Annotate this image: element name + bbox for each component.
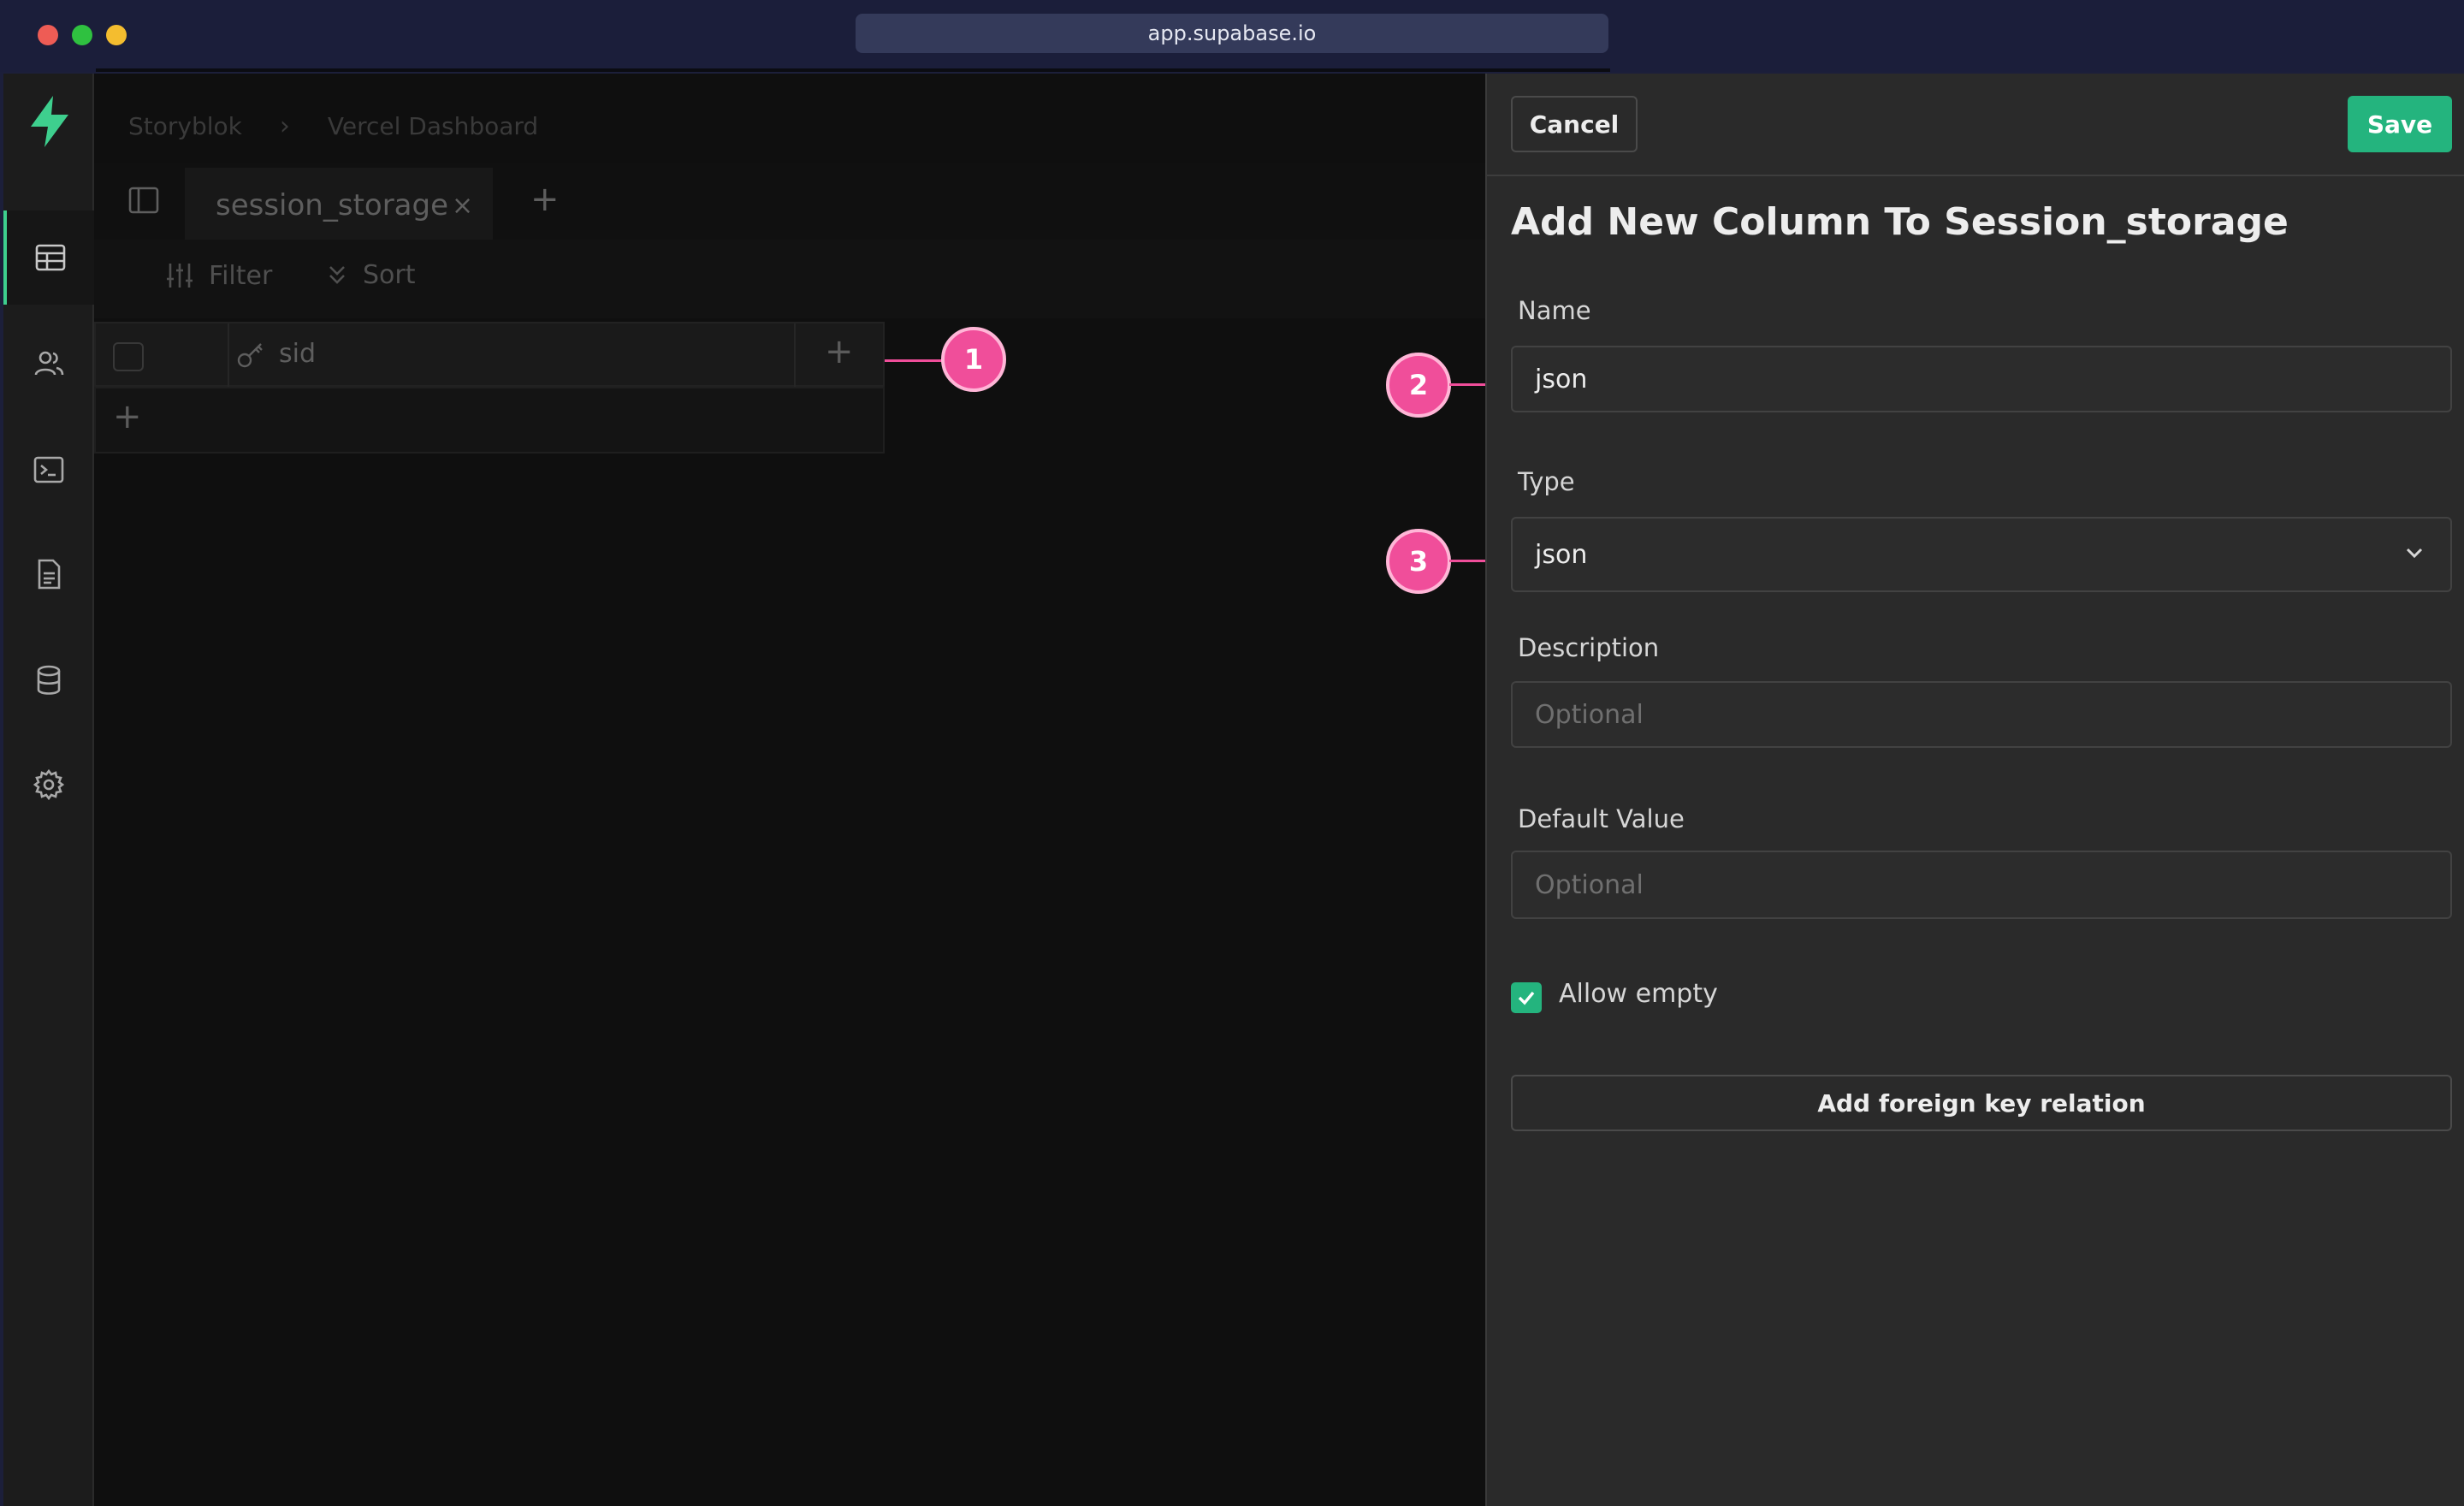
page-load-bar bbox=[96, 68, 1610, 72]
users-icon bbox=[34, 351, 64, 376]
sidebar-item-sql[interactable] bbox=[3, 423, 94, 517]
sidebar-item-auth[interactable] bbox=[3, 317, 94, 411]
tab-bar: session_storage × + bbox=[94, 163, 1485, 243]
filter-icon bbox=[167, 264, 192, 288]
type-label: Type bbox=[1518, 467, 1575, 496]
breadcrumb-item[interactable]: Vercel Dashboard bbox=[328, 112, 538, 140]
marker-connector bbox=[1449, 560, 1487, 562]
grid-header-row: sid + bbox=[94, 322, 885, 388]
type-select-value: json bbox=[1535, 539, 1588, 570]
column-header-sid[interactable]: sid bbox=[236, 339, 316, 369]
checkmark-icon bbox=[1518, 991, 1535, 1005]
chevron-down-icon bbox=[2406, 548, 2423, 559]
column-name: sid bbox=[279, 339, 317, 369]
column-divider bbox=[228, 323, 229, 388]
sidebar-item-settings[interactable] bbox=[3, 738, 94, 832]
table-editor-icon bbox=[35, 244, 66, 271]
document-icon bbox=[38, 559, 61, 590]
sidebar-toggle-icon[interactable] bbox=[127, 183, 161, 217]
supabase-logo-icon[interactable] bbox=[26, 94, 74, 149]
browser-chrome: app.supabase.io bbox=[0, 0, 2464, 72]
marker-connector bbox=[885, 359, 946, 362]
default-value-input[interactable]: Optional bbox=[1511, 851, 2452, 919]
table-editor-workspace: Storyblok › Vercel Dashboard session_sto… bbox=[94, 74, 1487, 1506]
sort-icon bbox=[329, 265, 345, 284]
select-all-checkbox[interactable] bbox=[113, 342, 144, 371]
name-label: Name bbox=[1518, 296, 1591, 325]
add-column-button[interactable]: + bbox=[825, 332, 854, 371]
add-row-button[interactable]: + bbox=[113, 397, 142, 436]
zoom-window-button[interactable] bbox=[72, 25, 92, 45]
allow-empty-label[interactable]: Allow empty bbox=[1559, 979, 1718, 1009]
sort-button[interactable]: Sort bbox=[325, 260, 416, 290]
filter-label: Filter bbox=[209, 260, 273, 291]
terminal-icon bbox=[33, 456, 64, 483]
filter-button[interactable]: Filter bbox=[164, 260, 272, 291]
marker-connector bbox=[1449, 383, 1487, 386]
primary-key-icon bbox=[237, 342, 263, 367]
add-column-panel: Cancel Save Add New Column To Session_st… bbox=[1485, 74, 2464, 1506]
sidebar-item-docs[interactable] bbox=[3, 527, 94, 621]
data-grid: sid + + bbox=[94, 322, 885, 454]
breadcrumb-project[interactable]: Storyblok bbox=[128, 112, 242, 140]
default-value-label: Default Value bbox=[1518, 804, 1685, 833]
close-tab-icon[interactable]: × bbox=[452, 191, 473, 221]
add-row-bar: + bbox=[94, 387, 885, 454]
minimize-window-button[interactable] bbox=[106, 25, 127, 45]
grid-toolbar: Filter Sort bbox=[94, 240, 1485, 318]
app-window: Storyblok › Vercel Dashboard session_sto… bbox=[3, 74, 2464, 1506]
name-input[interactable]: json bbox=[1511, 346, 2452, 412]
allow-empty-checkbox[interactable] bbox=[1511, 982, 1542, 1013]
panel-title: Add New Column To Session_storage bbox=[1511, 200, 2289, 244]
annotation-marker-3: 3 bbox=[1386, 529, 1451, 594]
panel-header: Cancel Save bbox=[1487, 74, 2464, 176]
column-divider bbox=[794, 323, 796, 388]
save-button[interactable]: Save bbox=[2348, 96, 2452, 152]
sidebar-item-table-editor[interactable] bbox=[3, 210, 94, 305]
description-label: Description bbox=[1518, 633, 1660, 662]
type-select[interactable]: json bbox=[1511, 517, 2452, 592]
cancel-button[interactable]: Cancel bbox=[1511, 96, 1638, 152]
database-icon bbox=[37, 665, 61, 695]
add-foreign-key-button[interactable]: Add foreign key relation bbox=[1511, 1075, 2452, 1131]
breadcrumb: Storyblok › Vercel Dashboard bbox=[128, 104, 538, 147]
annotation-marker-2: 2 bbox=[1386, 353, 1451, 418]
chevron-right-icon: › bbox=[279, 110, 290, 141]
new-tab-button[interactable]: + bbox=[530, 180, 560, 219]
sidebar-item-database[interactable] bbox=[3, 633, 94, 727]
tab-session-storage[interactable]: session_storage × bbox=[185, 168, 493, 243]
sort-label: Sort bbox=[363, 260, 416, 290]
description-input[interactable]: Optional bbox=[1511, 681, 2452, 748]
tab-label: session_storage bbox=[216, 188, 449, 222]
sidebar-nav bbox=[3, 74, 94, 1506]
annotation-marker-1: 1 bbox=[941, 327, 1006, 392]
close-window-button[interactable] bbox=[38, 25, 58, 45]
settings-icon bbox=[33, 768, 65, 801]
address-bar[interactable]: app.supabase.io bbox=[856, 14, 1608, 53]
